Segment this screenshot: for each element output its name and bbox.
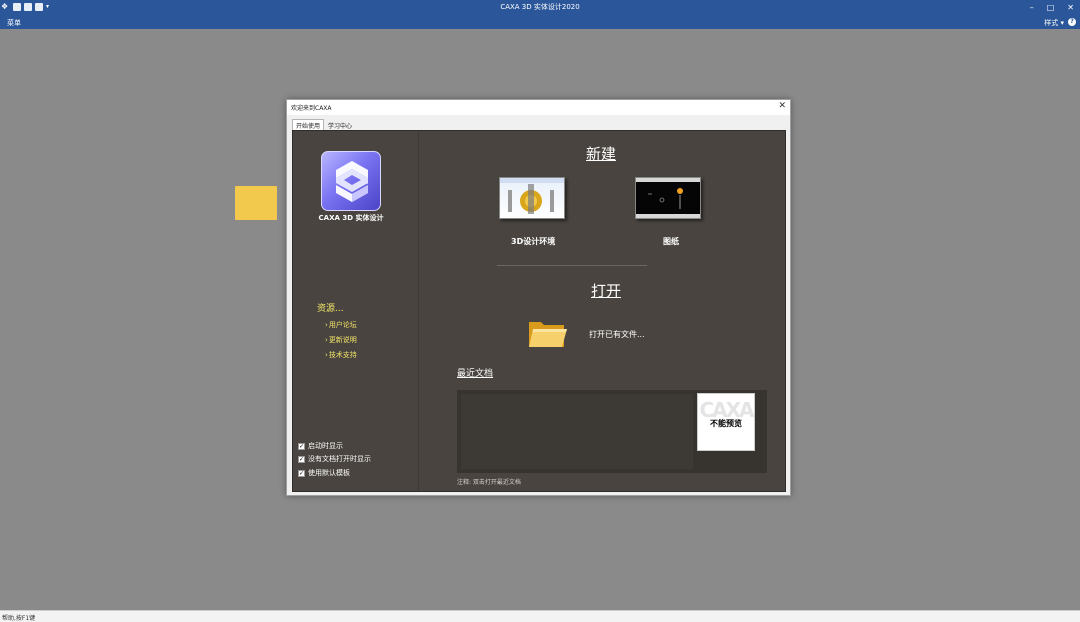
checkbox-show-when-no-doc[interactable]: ✓ 没有文档打开时显示 <box>298 454 371 464</box>
menu-bar: 菜单 样式 ▾ ? <box>0 15 1080 29</box>
new-3d-design-label[interactable]: 3D设计环境 <box>511 236 555 247</box>
welcome-dialog: 欢迎来到CAXA ✕ 开始使用 学习中心 CAXA 3D 实体设计 资源... … <box>286 99 791 496</box>
status-text: 帮助,按F1键 <box>2 615 36 622</box>
link-user-forum[interactable]: ›用户论坛 <box>325 320 357 330</box>
preview-unavailable-text: 不能预览 <box>710 419 742 428</box>
checkbox-icon[interactable]: ✓ <box>298 455 305 463</box>
close-window-icon[interactable]: ✕ <box>1067 3 1074 12</box>
status-bar: 帮助,按F1键 <box>0 610 1080 622</box>
new-heading: 新建 <box>586 145 617 163</box>
recent-docs-list[interactable] <box>461 394 693 469</box>
checkbox-show-on-startup[interactable]: ✓ 启动时显示 <box>298 441 343 451</box>
minimize-icon[interactable]: – <box>1030 3 1034 12</box>
dialog-close-icon[interactable]: ✕ <box>778 101 786 111</box>
product-name: CAXA 3D 实体设计 <box>318 214 384 222</box>
checkbox-icon[interactable]: ✓ <box>298 469 305 477</box>
tab-getting-started[interactable]: 开始使用 <box>292 119 325 130</box>
link-tech-support[interactable]: ›技术支持 <box>325 350 357 360</box>
section-divider <box>497 265 647 266</box>
checkbox-use-default-template[interactable]: ✓ 使用默认模板 <box>298 468 350 478</box>
caxa-logo-icon <box>321 151 381 211</box>
open-folder-icon[interactable] <box>527 316 569 350</box>
recent-docs-heading: 最近文档 <box>457 369 494 379</box>
window-controls: – □ ✕ <box>1030 0 1074 15</box>
title-bar: ❖ ▾ CAXA 3D 实体设计2020 – □ ✕ <box>0 0 1080 220</box>
dialog-title-bar: 欢迎来到CAXA ✕ <box>287 100 790 115</box>
open-existing-file-link[interactable]: 打开已有文件... <box>589 329 645 340</box>
recent-docs-note: 注释: 双击打开最近文档 <box>457 479 521 486</box>
style-button[interactable]: 样式 ▾ <box>1044 18 1064 28</box>
new-drawing-thumbnail[interactable] <box>635 177 701 219</box>
checkbox-icon[interactable]: ✓ <box>298 442 305 450</box>
welcome-content: CAXA 3D 实体设计 资源... ›用户论坛 ›更新说明 ›技术支持 ✓ 启… <box>292 130 786 492</box>
preview-pane: CAXA 不能预览 <box>697 393 755 451</box>
dialog-tabs: 开始使用 学习中心 <box>292 119 356 130</box>
maximize-icon[interactable]: □ <box>1047 3 1055 12</box>
left-pane: CAXA 3D 实体设计 资源... ›用户论坛 ›更新说明 ›技术支持 ✓ 启… <box>293 131 419 491</box>
new-drawing-label[interactable]: 图纸 <box>663 236 679 247</box>
folder-icon[interactable] <box>235 186 277 220</box>
dialog-title: 欢迎来到CAXA <box>291 105 332 112</box>
app-title: CAXA 3D 实体设计2020 <box>500 3 580 11</box>
link-release-notes[interactable]: ›更新说明 <box>325 335 357 345</box>
open-heading: 打开 <box>591 282 622 300</box>
recent-docs-panel: CAXA 不能预览 <box>457 390 767 473</box>
menu-button[interactable]: 菜单 <box>7 18 21 28</box>
resources-title: 资源... <box>317 304 344 314</box>
tab-learning-center[interactable]: 学习中心 <box>324 119 356 130</box>
help-icon[interactable]: ? <box>1068 18 1076 26</box>
new-3d-design-thumbnail[interactable] <box>499 177 565 219</box>
